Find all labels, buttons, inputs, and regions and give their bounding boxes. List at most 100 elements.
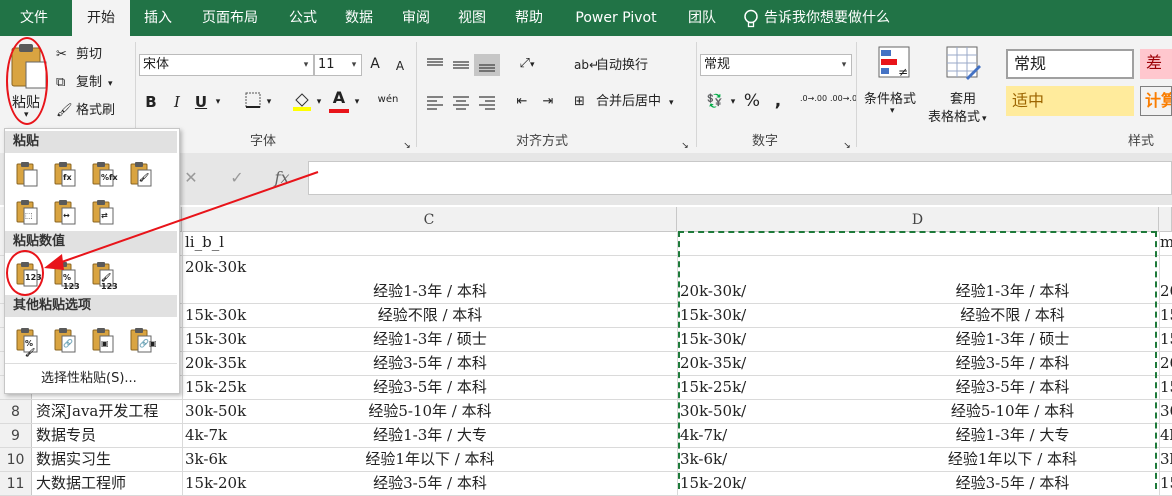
cell-c-experience[interactable] bbox=[185, 231, 675, 255]
format-as-table-button[interactable]: 套用 表格格式 ▾ bbox=[928, 46, 1000, 125]
tab-file[interactable]: 文件 bbox=[4, 0, 64, 36]
cell-c-experience[interactable]: 经验3-5年 / 本科 bbox=[185, 472, 675, 495]
cell-e[interactable]: 20 bbox=[1160, 352, 1172, 375]
cell-e[interactable]: 3k bbox=[1160, 448, 1172, 471]
wrap-text-button[interactable]: ab↵自动换行 bbox=[574, 54, 648, 76]
phonetic-guide-button[interactable]: wén bbox=[374, 90, 402, 110]
paste-formatting-icon[interactable]: %🖌 bbox=[13, 326, 41, 357]
cell-b[interactable]: 数据专员 bbox=[34, 424, 182, 447]
font-family-select[interactable]: 宋体 ▾ bbox=[139, 54, 314, 76]
grow-font-button[interactable]: A bbox=[366, 54, 384, 74]
tab-formulas[interactable]: 公式 bbox=[280, 0, 326, 36]
tab-page-layout[interactable]: 页面布局 bbox=[190, 0, 270, 36]
cut-button[interactable]: ✂ 剪切 bbox=[56, 44, 102, 66]
bold-button[interactable]: B bbox=[142, 92, 160, 112]
cell-c-experience[interactable]: 经验1-3年 / 硕士 bbox=[185, 328, 675, 351]
paste-values-number-format-icon[interactable]: % 123 bbox=[51, 260, 80, 291]
column-header-d[interactable]: D bbox=[677, 207, 1159, 231]
style-neutral[interactable]: 适中 bbox=[1006, 86, 1134, 116]
tell-me-search[interactable]: 告诉我你想要做什么 bbox=[764, 0, 914, 36]
cell-e[interactable]: me bbox=[1160, 231, 1172, 255]
cell-e[interactable]: 15 bbox=[1160, 304, 1172, 327]
tab-data[interactable]: 数据 bbox=[334, 0, 384, 36]
cell-e[interactable]: 30 bbox=[1160, 400, 1172, 423]
chevron-down-icon: ▾ bbox=[529, 60, 535, 70]
underline-button[interactable]: U bbox=[192, 92, 210, 112]
decrease-decimal-button[interactable]: .00→.0 bbox=[830, 94, 857, 103]
paste-no-borders-icon[interactable]: ⬚ bbox=[13, 198, 41, 226]
shrink-font-button[interactable]: A bbox=[391, 56, 409, 76]
paste-values-source-format-icon[interactable]: 🖌123 bbox=[89, 260, 118, 291]
cell-c-experience[interactable]: 经验不限 / 本科 bbox=[185, 304, 675, 327]
cell-b[interactable]: 数据实习生 bbox=[34, 448, 182, 471]
style-calculation[interactable]: 计算 bbox=[1140, 86, 1172, 116]
style-normal[interactable]: 常规 bbox=[1006, 49, 1134, 79]
number-format-select[interactable]: 常规 ▾ bbox=[700, 54, 852, 76]
cell-c-experience[interactable]: 经验3-5年 / 本科 bbox=[185, 376, 675, 399]
row-header[interactable]: 10 bbox=[0, 448, 32, 471]
orientation-button[interactable]: ⤢▾ bbox=[510, 54, 544, 75]
cell-c-experience[interactable]: 经验5-10年 / 本科 bbox=[185, 400, 675, 423]
conditional-formatting-button[interactable]: ≠ 条件格式 ▾ bbox=[862, 46, 926, 120]
paint-bucket-icon bbox=[293, 93, 311, 111]
conditional-format-icon: ≠ bbox=[878, 46, 910, 79]
confirm-entry-icon[interactable]: ✓ bbox=[226, 168, 248, 188]
paste-formulas-number-format-icon[interactable]: %fx bbox=[89, 160, 118, 188]
column-header-c[interactable]: C bbox=[182, 207, 677, 231]
merge-center-label: 合并后居中 bbox=[596, 94, 662, 109]
cell-c-experience[interactable]: 经验1-3年 / 大专 bbox=[185, 424, 675, 447]
menu-divider bbox=[5, 363, 177, 364]
tab-help[interactable]: 帮助 bbox=[505, 0, 553, 36]
comma-style-button[interactable]: , bbox=[768, 91, 788, 111]
italic-button[interactable]: I bbox=[168, 92, 186, 112]
paste-special-menu-item[interactable]: 选择性粘贴(S)... bbox=[41, 367, 137, 386]
row-header[interactable]: 11 bbox=[0, 472, 32, 495]
cell-c-experience[interactable]: 经验1年以下 / 本科 bbox=[185, 448, 675, 471]
row-header[interactable]: 8 bbox=[0, 400, 32, 423]
tab-review[interactable]: 审阅 bbox=[392, 0, 440, 36]
merge-center-button[interactable]: ⊞ 合并后居中 ▾ bbox=[574, 91, 674, 113]
chevron-down-icon: ▾ bbox=[354, 97, 360, 107]
cell-c-experience[interactable]: 经验1-3年 / 本科 bbox=[185, 280, 675, 304]
cell-b[interactable]: 资深Java开发工程 bbox=[34, 400, 182, 423]
paste-link-icon[interactable]: 🔗 bbox=[51, 326, 79, 354]
cancel-entry-icon[interactable]: ✕ bbox=[180, 168, 202, 188]
tab-view[interactable]: 视图 bbox=[448, 0, 496, 36]
borders-button[interactable] bbox=[240, 92, 266, 115]
cell-c-experience[interactable]: 经验3-5年 / 本科 bbox=[185, 352, 675, 375]
formula-input[interactable] bbox=[308, 161, 1172, 195]
fill-color-button[interactable] bbox=[290, 90, 314, 119]
row-header[interactable]: 9 bbox=[0, 424, 32, 447]
copy-button[interactable]: ⧉ 复制 ▾ bbox=[56, 72, 113, 94]
tab-insert[interactable]: 插入 bbox=[134, 0, 182, 36]
column-header-e[interactable] bbox=[1159, 207, 1172, 231]
paste-formulas-icon[interactable]: fx bbox=[51, 160, 79, 188]
decrease-indent-icon[interactable]: ⇤ bbox=[512, 92, 532, 112]
tab-power-pivot[interactable]: Power Pivot bbox=[562, 0, 670, 36]
font-color-button[interactable]: A bbox=[328, 88, 350, 113]
insert-function-icon[interactable]: fx bbox=[270, 168, 294, 188]
cell-e[interactable]: 4k bbox=[1160, 424, 1172, 447]
paste-transpose-icon[interactable]: ⇄ bbox=[89, 198, 117, 226]
percent-button[interactable]: % bbox=[742, 91, 762, 111]
increase-indent-icon[interactable]: ⇥ bbox=[538, 92, 558, 112]
paste-icon[interactable] bbox=[13, 160, 41, 188]
paste-picture-icon[interactable]: ▣ bbox=[89, 326, 117, 354]
ribbon-tab-bar: 文件 开始 插入 页面布局 公式 数据 审阅 视图 帮助 Power Pivot… bbox=[0, 0, 1172, 38]
cell-b[interactable]: 大数据工程师 bbox=[34, 472, 182, 495]
increase-decimal-button[interactable]: .0→.00 bbox=[800, 94, 827, 103]
cell-e[interactable]: 20 bbox=[1160, 280, 1172, 304]
format-painter-button[interactable]: 🖌 格式刷 bbox=[56, 100, 115, 122]
font-size-select[interactable]: 11 ▾ bbox=[314, 54, 362, 76]
style-bad[interactable]: 差 bbox=[1140, 49, 1172, 79]
tab-team[interactable]: 团队 bbox=[678, 0, 726, 36]
tab-home[interactable]: 开始 bbox=[72, 0, 130, 38]
cell-e[interactable]: 15 bbox=[1160, 376, 1172, 399]
paste-keep-source-format-icon[interactable]: 🖌 bbox=[127, 160, 155, 188]
paste-keep-column-widths-icon[interactable]: ↔ bbox=[51, 198, 79, 226]
currency-format-icon[interactable]: 💱 bbox=[702, 92, 728, 112]
paste-linked-picture-icon[interactable]: 🔗▣ bbox=[127, 326, 157, 354]
cell-e[interactable]: 15 bbox=[1160, 472, 1172, 495]
cell-e[interactable]: 15 bbox=[1160, 328, 1172, 351]
cell-border bbox=[182, 376, 183, 399]
